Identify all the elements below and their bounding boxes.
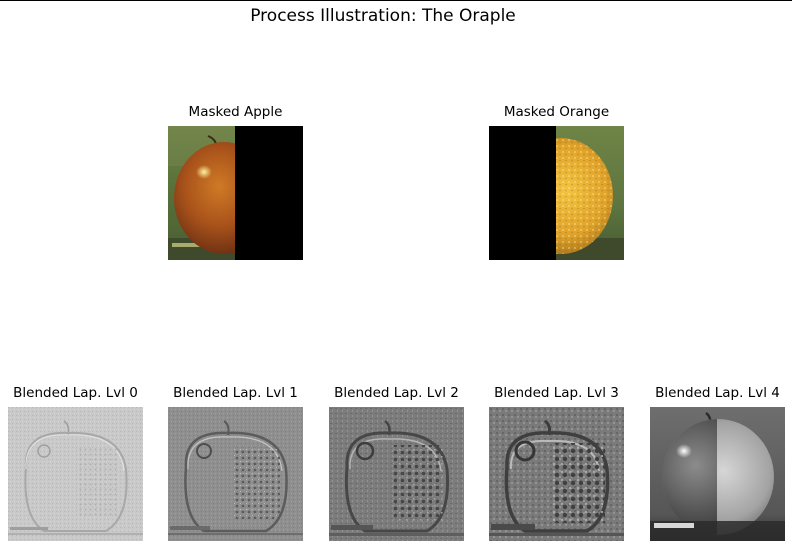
blended-lap-level-4-image — [650, 407, 785, 541]
blended-lap-level-0-panel: Blended Lap. Lvl 0 — [8, 385, 143, 541]
masked-apple-panel: Masked Apple — [168, 104, 303, 260]
blended-lap-level-2-image — [329, 407, 464, 541]
blended-lap-level-3-panel: Blended Lap. Lvl 3 — [489, 385, 624, 541]
figure-title: Process Illustration: The Oraple — [250, 6, 516, 26]
blended-lap-level-3-image — [489, 407, 624, 541]
blended-lap-level-1-image — [168, 407, 303, 541]
blended-lap-level-0-image — [8, 407, 143, 541]
masked-orange-image — [489, 126, 624, 260]
masked-apple-image — [168, 126, 303, 260]
masked-apple-title: Masked Apple — [188, 104, 283, 120]
masked-orange-title: Masked Orange — [503, 104, 610, 120]
blended-lap-level-2-panel: Blended Lap. Lvl 2 — [329, 385, 464, 541]
top-border-line — [0, 0, 792, 1]
blended-lap-level-4-title: Blended Lap. Lvl 4 — [655, 385, 780, 401]
blended-lap-level-1-panel: Blended Lap. Lvl 1 — [168, 385, 303, 541]
blended-lap-level-4-panel: Blended Lap. Lvl 4 — [650, 385, 785, 541]
masked-orange-panel: Masked Orange — [489, 104, 624, 260]
